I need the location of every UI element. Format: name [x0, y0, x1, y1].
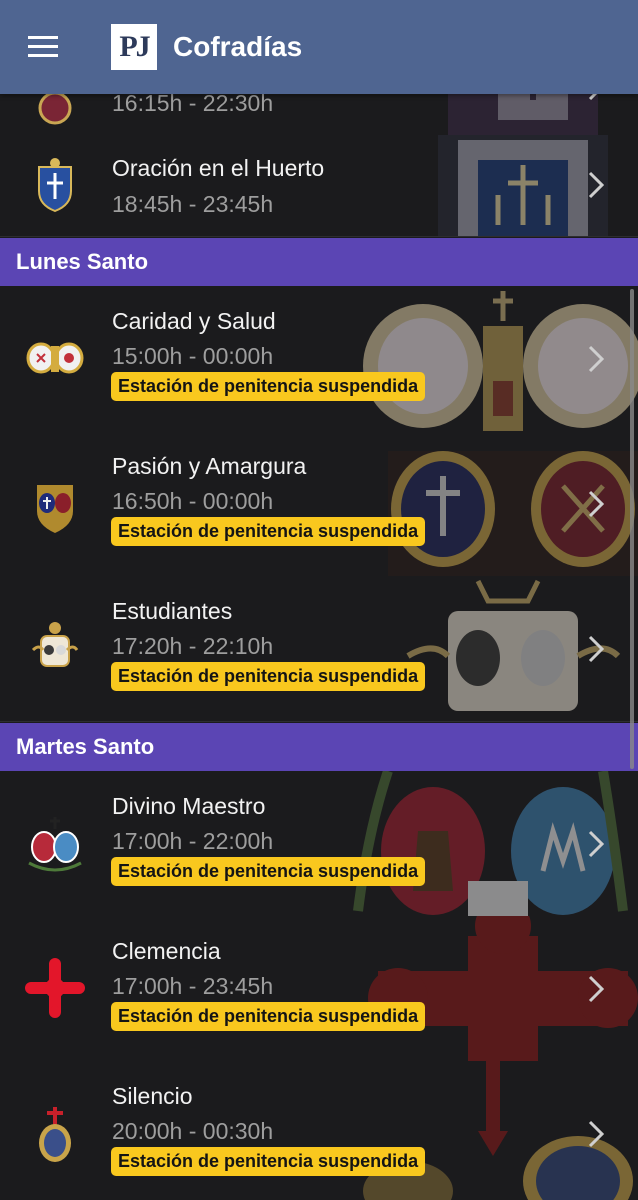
row-time: 15:00h - 00:00h: [112, 343, 274, 369]
status-badge: Estación de penitencia suspendida: [111, 517, 426, 546]
chevron-right-icon: [588, 975, 604, 1003]
row-name: Silencio: [112, 1083, 193, 1109]
brotherhood-shield-icon: [38, 158, 72, 213]
app-bar: PJ Cofradías: [0, 0, 638, 94]
app-logo: PJ: [111, 24, 157, 70]
row-time: 17:00h - 22:00h: [112, 828, 274, 854]
brotherhood-shield-icon: [25, 958, 85, 1018]
row-name: Oración en el Huerto: [112, 155, 325, 181]
status-badge: Estación de penitencia suspendida: [111, 1147, 426, 1176]
row-name: Clemencia: [112, 938, 221, 964]
row-time: 17:20h - 22:10h: [112, 633, 274, 659]
status-badge: Estación de penitencia suspendida: [111, 857, 426, 886]
list-item[interactable]: Estudiantes 17:20h - 22:10h Estación de …: [0, 576, 638, 722]
list-item[interactable]: Silencio 20:00h - 00:30h Estación de pen…: [0, 1061, 638, 1200]
chevron-right-icon: [588, 1120, 604, 1148]
row-time: 18:45h - 23:45h: [112, 191, 274, 217]
status-badge: Estación de penitencia suspendida: [111, 372, 426, 401]
row-time: 20:00h - 00:30h: [112, 1118, 274, 1144]
row-name: Divino Maestro: [112, 793, 266, 819]
row-name: Pasión y Amargura: [112, 453, 307, 479]
row-time: 16:50h - 00:00h: [112, 488, 274, 514]
list-item[interactable]: Oración en el Huerto 18:45h - 23:45h: [0, 135, 638, 237]
section-header-lunes-santo: Lunes Santo: [0, 238, 638, 286]
chevron-right-icon: [588, 345, 604, 373]
row-name: Caridad y Salud: [112, 308, 276, 334]
status-badge: Estación de penitencia suspendida: [111, 1002, 426, 1031]
chevron-right-icon: [588, 490, 604, 518]
row-name: Estudiantes: [112, 598, 233, 624]
list-item[interactable]: Divino Maestro 17:00h - 22:00h Estación …: [0, 771, 638, 917]
chevron-right-icon: [588, 171, 604, 199]
list-item[interactable]: Caridad y Salud 15:00h - 00:00h Estación…: [0, 286, 638, 432]
row-time: 16:15h - 22:30h: [112, 90, 274, 116]
row-time: 17:00h - 23:45h: [112, 973, 274, 999]
section-header-martes-santo: Martes Santo: [0, 723, 638, 771]
scrollbar[interactable]: [630, 289, 634, 769]
chevron-right-icon: [588, 830, 604, 858]
list-item[interactable]: Pasión y Amargura 16:50h - 00:00h Estaci…: [0, 431, 638, 577]
menu-button[interactable]: [0, 0, 86, 94]
brotherhood-shield-icon: [37, 485, 73, 533]
brotherhood-shield-icon: [39, 1107, 71, 1162]
list-item[interactable]: Clemencia 17:00h - 23:45h Estación de pe…: [0, 916, 638, 1062]
chevron-right-icon: [588, 635, 604, 663]
app-title: Cofradías: [173, 31, 303, 62]
logo-text: PJ: [119, 30, 150, 63]
hamburger-menu-icon: [28, 36, 58, 57]
status-badge: Estación de penitencia suspendida: [111, 662, 426, 691]
section-title: Lunes Santo: [16, 249, 149, 274]
brotherhood-shield-icon: [28, 817, 82, 872]
section-title: Martes Santo: [16, 734, 155, 759]
brotherhood-shield-icon: [31, 622, 79, 667]
brotherhood-shield-icon: [26, 342, 84, 374]
